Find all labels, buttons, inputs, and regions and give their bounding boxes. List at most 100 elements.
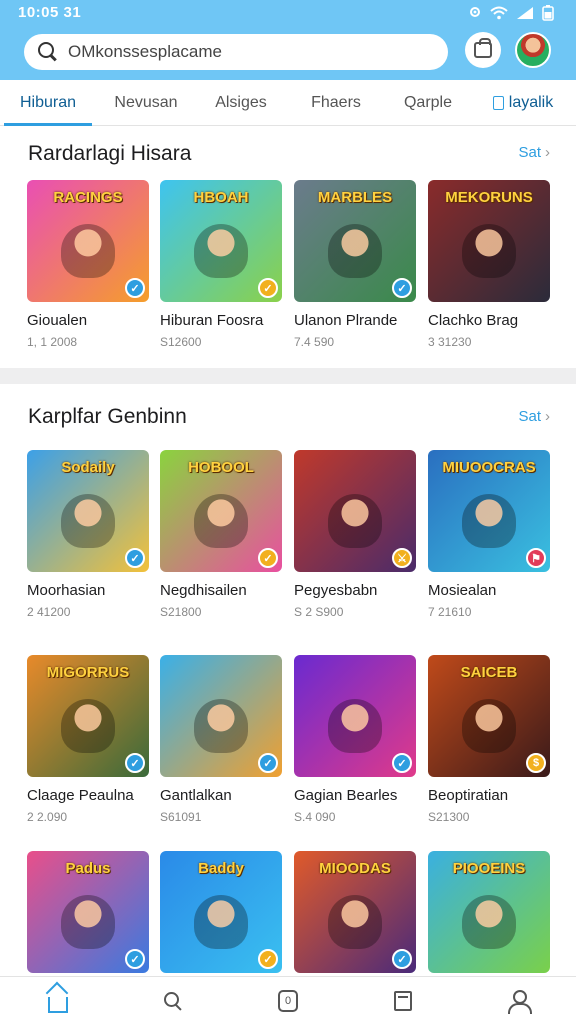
game-card[interactable]: ✓ Gagian Bearles S.4 090 bbox=[294, 655, 416, 824]
verified-badge-icon: ✓ bbox=[258, 753, 278, 773]
game-card[interactable]: PIOOEINS bbox=[428, 851, 550, 973]
tab-label: Qarple bbox=[403, 94, 453, 111]
game-card[interactable]: MIOODAS ✓ bbox=[294, 851, 416, 973]
game-card[interactable]: HBOAH ✓ Hiburan Foosra S12600 bbox=[160, 180, 282, 349]
game-title: Clachko Brag bbox=[428, 312, 519, 329]
game-downloads: S12600 bbox=[160, 335, 202, 349]
tab-layalik-icon bbox=[492, 96, 504, 110]
chevron-right-icon: › bbox=[545, 408, 550, 425]
verified-badge-icon: ✓ bbox=[258, 548, 278, 568]
game-title: Gantlalkan bbox=[160, 787, 232, 804]
game-card[interactable]: MIGORRUS ✓ Claage Peaulna 2 2.090 bbox=[27, 655, 149, 824]
status-icons bbox=[468, 5, 554, 26]
avatar[interactable] bbox=[515, 32, 551, 68]
game-card[interactable]: SAICEB $ Beoptiratian S21300 bbox=[428, 655, 550, 824]
game-character bbox=[61, 224, 115, 278]
nav-home[interactable] bbox=[0, 977, 115, 1024]
verified-badge-icon: ✓ bbox=[392, 753, 412, 773]
see-all-featured[interactable]: Sat › bbox=[518, 144, 550, 161]
game-character bbox=[61, 699, 115, 753]
verified-badge-icon: ⚔ bbox=[392, 548, 412, 568]
game-logo: RACINGS bbox=[53, 189, 123, 206]
game-card[interactable]: MEKORUNS Clachko Brag 3 31230 bbox=[428, 180, 550, 349]
verified-badge-icon: ✓ bbox=[125, 753, 145, 773]
verified-badge-icon: ✓ bbox=[258, 278, 278, 298]
game-thumbnail: HOBOOL ✓ bbox=[160, 450, 282, 572]
game-title: Gagian Bearles bbox=[294, 787, 398, 804]
game-downloads: S.4 090 bbox=[294, 810, 336, 824]
game-thumbnail: SAICEB $ bbox=[428, 655, 550, 777]
game-card[interactable]: RACINGS ✓ Gioualen 1, 1 2008 bbox=[27, 180, 149, 349]
game-logo: Baddy bbox=[198, 860, 244, 877]
game-card[interactable]: MIUOOCRAS ⚑ Mosiealan 7 21610 bbox=[428, 450, 550, 619]
see-all-label: Sat bbox=[518, 408, 541, 425]
tab-layalik[interactable]: layalik bbox=[470, 80, 576, 126]
game-thumbnail: MIUOOCRAS ⚑ bbox=[428, 450, 550, 572]
search-input[interactable]: OMkonssesplacame bbox=[24, 34, 448, 70]
game-thumbnail: ✓ bbox=[160, 655, 282, 777]
game-downloads: S61091 bbox=[160, 810, 202, 824]
game-title: Gioualen bbox=[27, 312, 88, 329]
tab-nevusan[interactable]: Nevusan bbox=[96, 80, 196, 126]
search-icon bbox=[38, 42, 58, 62]
verified-badge-icon: $ bbox=[526, 753, 546, 773]
game-title: Claage Peaulna bbox=[27, 787, 134, 804]
game-card[interactable]: HOBOOL ✓ Negdhisailen S21800 bbox=[160, 450, 282, 619]
game-card[interactable]: Baddy ✓ bbox=[160, 851, 282, 973]
verified-badge-icon: ✓ bbox=[258, 949, 278, 969]
bottom-nav: 0 bbox=[0, 976, 576, 1024]
tab-label: Alsiges bbox=[215, 94, 267, 111]
verified-badge-icon: ✓ bbox=[125, 278, 145, 298]
battery-icon bbox=[542, 5, 554, 26]
bag-button[interactable] bbox=[465, 32, 501, 68]
game-card[interactable]: MARBLES ✓ Ulanon Plrande 7.4 590 bbox=[294, 180, 416, 349]
game-downloads: S21300 bbox=[428, 810, 470, 824]
game-thumbnail: MEKORUNS bbox=[428, 180, 550, 302]
see-all-popular[interactable]: Sat › bbox=[518, 408, 550, 425]
game-title: Beoptiratian bbox=[428, 787, 509, 804]
profile-icon bbox=[507, 989, 533, 1014]
bag-icon bbox=[474, 38, 492, 58]
game-thumbnail: HBOAH ✓ bbox=[160, 180, 282, 302]
game-card[interactable]: ⚔ Pegyesbabn S 2 S900 bbox=[294, 450, 416, 619]
status-bar: 10:05 31 bbox=[0, 0, 576, 28]
tab-label: Nevusan bbox=[114, 94, 178, 111]
nav-library[interactable] bbox=[346, 977, 461, 1024]
search-nav-icon bbox=[163, 991, 182, 1010]
game-card[interactable]: ✓ Gantlalkan S61091 bbox=[160, 655, 282, 824]
section-title-featured: Rardarlagi Hisara bbox=[28, 142, 192, 165]
game-logo: MIOODAS bbox=[319, 860, 391, 877]
game-character bbox=[462, 699, 516, 753]
game-title: Ulanon Plrande bbox=[294, 312, 398, 329]
game-thumbnail: RACINGS ✓ bbox=[27, 180, 149, 302]
game-character bbox=[194, 699, 248, 753]
game-card[interactable]: Sodaily ✓ Moorhasian 2 41200 bbox=[27, 450, 149, 619]
tab-qarple[interactable]: Qarple bbox=[386, 80, 470, 126]
verified-badge-icon: ⚑ bbox=[526, 548, 546, 568]
game-character bbox=[462, 895, 516, 949]
tab-fhaers[interactable]: Fhaers bbox=[286, 80, 386, 126]
home-icon bbox=[47, 996, 68, 1013]
tab-alsiges[interactable]: Alsiges bbox=[196, 80, 286, 126]
tab-label: layalik bbox=[508, 94, 554, 111]
nav-profile[interactable] bbox=[461, 977, 576, 1024]
nav-search[interactable] bbox=[115, 977, 230, 1024]
game-downloads: 2 41200 bbox=[27, 605, 71, 619]
game-thumbnail: MIGORRUS ✓ bbox=[27, 655, 149, 777]
chevron-right-icon: › bbox=[545, 144, 550, 161]
game-character bbox=[328, 895, 382, 949]
section-title-popular: Karplfar Genbinn bbox=[28, 405, 187, 428]
game-logo: HOBOOL bbox=[188, 459, 254, 476]
game-logo: MIUOOCRAS bbox=[442, 459, 536, 476]
game-card[interactable]: Padus ✓ bbox=[27, 851, 149, 973]
game-downloads: 7 21610 bbox=[428, 605, 472, 619]
nav-games[interactable]: 0 bbox=[230, 977, 345, 1024]
verified-badge-icon: ✓ bbox=[125, 548, 145, 568]
signal-icon bbox=[516, 6, 534, 25]
game-downloads: 1, 1 2008 bbox=[27, 335, 78, 349]
game-logo: SAICEB bbox=[460, 664, 518, 681]
category-tabs: Hiburan Nevusan Alsiges Fhaers Qarple la… bbox=[0, 80, 576, 126]
game-logo: MARBLES bbox=[317, 189, 393, 206]
tab-hiburan[interactable]: Hiburan bbox=[0, 80, 96, 126]
game-title: Moorhasian bbox=[27, 582, 106, 599]
